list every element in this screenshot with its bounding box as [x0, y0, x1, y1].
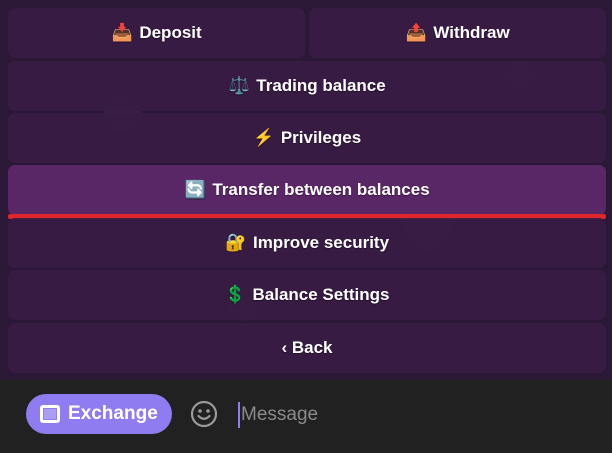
transfer-label: Transfer between balances	[212, 180, 430, 199]
reply-keyboard: 📥 Deposit 📤 Withdraw ⚖️ Trading balance …	[0, 0, 612, 380]
back-label: ‹ Back	[281, 338, 333, 357]
deposit-button[interactable]: 📥 Deposit	[8, 8, 305, 58]
transfer-between-balances-button[interactable]: 🔄 Transfer between balances	[8, 165, 606, 215]
balance-settings-label: Balance Settings	[252, 285, 390, 304]
inbox-tray-icon: 📥	[111, 23, 133, 42]
trading-balance-button[interactable]: ⚖️ Trading balance	[8, 61, 606, 111]
improve-security-label: Improve security	[252, 233, 390, 252]
exchange-button[interactable]: Exchange	[26, 394, 172, 434]
deposit-label: Deposit	[139, 23, 202, 42]
withdraw-button[interactable]: 📤 Withdraw	[309, 8, 606, 58]
message-input[interactable]	[238, 402, 598, 428]
exchange-label: Exchange	[68, 403, 158, 424]
web-app-icon	[40, 405, 60, 423]
withdraw-label: Withdraw	[433, 23, 510, 42]
refresh-arrows-icon: 🔄	[184, 180, 206, 199]
improve-security-button[interactable]: 🔐 Improve security	[8, 218, 606, 268]
emoji-smile-icon[interactable]	[190, 400, 218, 428]
lock-icon: 🔐	[225, 233, 247, 252]
back-button[interactable]: ‹ Back	[8, 323, 606, 373]
trading-balance-label: Trading balance	[256, 76, 386, 95]
balance-scale-icon: ⚖️	[228, 76, 250, 95]
outbox-tray-icon: 📤	[405, 23, 427, 42]
lightning-icon: ⚡	[253, 128, 275, 147]
balance-settings-button[interactable]: 💲 Balance Settings	[8, 270, 606, 320]
dollar-icon: 💲	[224, 285, 247, 304]
privileges-button[interactable]: ⚡ Privileges	[8, 113, 606, 163]
privileges-label: Privileges	[280, 128, 362, 147]
